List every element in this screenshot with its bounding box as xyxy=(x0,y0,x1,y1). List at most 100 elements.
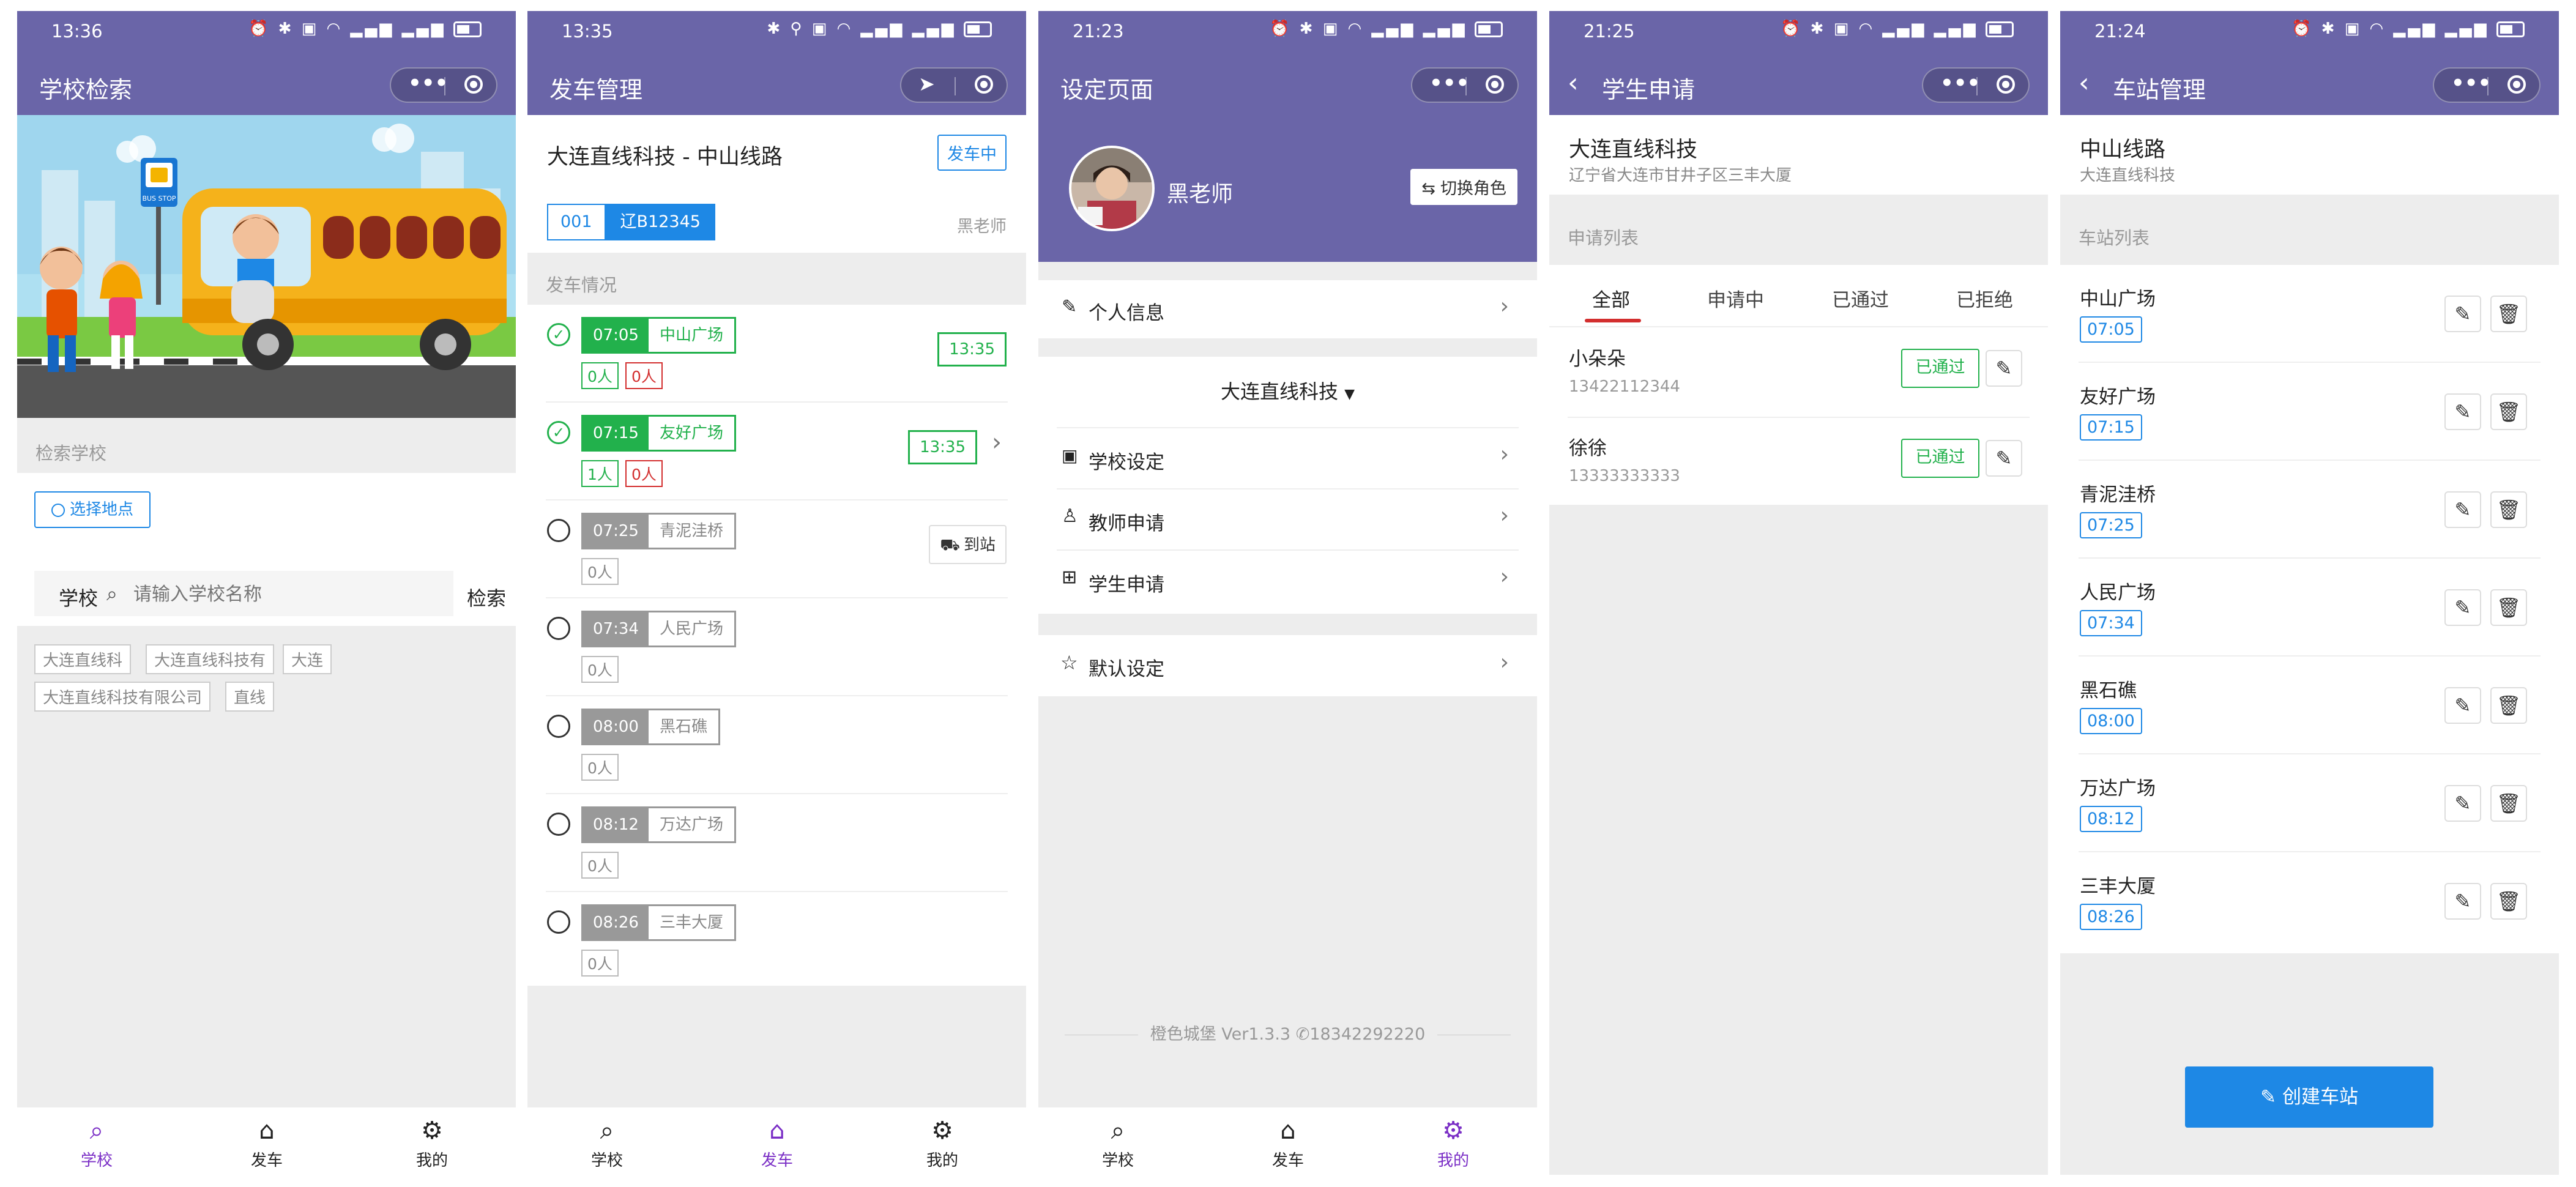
mini-program-capsule: ➤ xyxy=(900,67,1008,103)
edit-icon[interactable]: ✎ xyxy=(2444,296,2481,332)
stop-row[interactable]: ✓ 07:15 友好广场 1人 0人 13:35 › xyxy=(527,403,1026,500)
status-badge[interactable]: 已通过 xyxy=(1901,349,1979,388)
edit-icon[interactable]: ✎ xyxy=(2444,785,2481,822)
station-row[interactable]: 人民广场 07:34 ✎ 🗑 xyxy=(2060,559,2559,657)
stop-row[interactable]: 07:34 人民广场 0人 xyxy=(527,598,1026,696)
list-item[interactable]: 徐徐 13333333333 已通过 ✎ xyxy=(1549,418,2048,505)
tab-depart[interactable]: ⌂ 发车 xyxy=(206,1114,328,1170)
filter-tab-approved[interactable]: 已通过 xyxy=(1832,285,1889,312)
search-tag[interactable]: 直线 xyxy=(225,682,275,712)
list-item[interactable]: 小朵朵 13422112344 已通过 ✎ xyxy=(1549,327,2048,417)
station-row[interactable]: 三丰大厦 08:26 ✎ 🗑 xyxy=(2060,852,2559,950)
gear-icon: ⚙ xyxy=(931,1117,953,1145)
navigate-arrow-icon[interactable]: ➤ xyxy=(918,72,935,95)
tab-school[interactable]: ⌕ 学校 xyxy=(1057,1114,1179,1170)
stop-row[interactable]: ✓ 07:05 中山广场 0人 0人 13:35 xyxy=(527,305,1026,403)
footer-phone: 18342292220 xyxy=(1309,1025,1426,1044)
capsule-divider xyxy=(444,77,445,95)
menu-school-settings[interactable]: ▣ 学校设定 › xyxy=(1038,428,1537,488)
tab-label: 我的 xyxy=(926,1152,958,1170)
menu-teacher-apply[interactable]: ♙ 教师申请 › xyxy=(1038,489,1537,549)
close-target-icon[interactable] xyxy=(2507,75,2526,94)
close-target-icon[interactable] xyxy=(975,75,993,94)
trash-icon[interactable]: 🗑 xyxy=(2490,785,2527,822)
empty-circle-icon[interactable] xyxy=(547,617,570,640)
swap-icon: ⇆ xyxy=(1421,179,1435,198)
filter-tab-rejected[interactable]: 已拒绝 xyxy=(1956,285,2013,312)
edit-icon[interactable]: ✎ xyxy=(2444,883,2481,920)
edit-icon[interactable]: ✎ xyxy=(2444,393,2481,430)
search-tag[interactable]: 大连直线科技有限公司 xyxy=(34,682,211,712)
empty-circle-icon[interactable] xyxy=(547,910,570,934)
trash-icon[interactable]: 🗑 xyxy=(2490,589,2527,626)
search-tag[interactable]: 大连直线科技有 xyxy=(146,644,275,674)
menu-default-settings[interactable]: ☆ 默认设定 › xyxy=(1038,635,1537,696)
menu-personal-info[interactable]: ✎ 个人信息 › xyxy=(1038,280,1537,338)
tab-label: 发车 xyxy=(761,1152,793,1170)
search-button[interactable]: 检索 xyxy=(467,583,506,611)
back-icon[interactable]: ‹ xyxy=(1568,67,1579,99)
select-location-button[interactable]: 选择地点 xyxy=(34,491,151,528)
trash-icon[interactable]: 🗑 xyxy=(2490,687,2527,724)
edit-icon[interactable]: ✎ xyxy=(1986,440,2022,477)
arrive-button[interactable]: ⛟ 到站 xyxy=(929,525,1007,564)
trash-icon[interactable]: 🗑 xyxy=(2490,296,2527,332)
close-target-icon[interactable] xyxy=(1486,75,1504,94)
station-row[interactable]: 黑石礁 08:00 ✎ 🗑 xyxy=(2060,657,2559,754)
trash-icon[interactable]: 🗑 xyxy=(2490,883,2527,920)
applicant-name: 小朵朵 xyxy=(1569,348,1626,370)
empty-circle-icon[interactable] xyxy=(547,715,570,738)
back-icon[interactable]: ‹ xyxy=(2079,67,2090,99)
station-row[interactable]: 中山广场 07:05 ✎ 🗑 xyxy=(2060,265,2559,363)
filter-tab-all[interactable]: 全部 xyxy=(1592,285,1630,312)
tab-school[interactable]: ⌕ 学校 xyxy=(35,1114,158,1170)
switch-role-button[interactable]: ⇆ 切换角色 xyxy=(1410,169,1517,205)
stop-row[interactable]: 08:12 万达广场 0人 xyxy=(527,794,1026,892)
company-selector[interactable]: 大连直线科技 ▼ xyxy=(1038,357,1537,427)
close-target-icon[interactable] xyxy=(464,75,483,94)
stop-row[interactable]: 08:00 黑石礁 0人 xyxy=(527,696,1026,794)
stop-row[interactable]: 07:25 青泥洼桥 0人 ⛟ 到站 xyxy=(527,500,1026,598)
edit-icon[interactable]: ✎ xyxy=(2444,589,2481,626)
close-target-icon[interactable] xyxy=(1997,75,2015,94)
edit-icon[interactable]: ✎ xyxy=(1986,350,2022,387)
tab-mine[interactable]: ⚙ 我的 xyxy=(371,1114,493,1170)
tab-mine[interactable]: ⚙ 我的 xyxy=(1392,1114,1514,1170)
passenger-count: 0人 xyxy=(581,852,619,879)
menu-student-apply[interactable]: ⊞ 学生申请 › xyxy=(1038,551,1537,612)
empty-circle-icon[interactable] xyxy=(547,813,570,836)
more-icon[interactable]: ••• xyxy=(1940,71,1980,95)
stop-name: 万达广场 xyxy=(648,808,734,841)
home-icon: ⌂ xyxy=(1280,1117,1296,1145)
status-badge[interactable]: 已通过 xyxy=(1901,439,1979,478)
tab-school[interactable]: ⌕ 学校 xyxy=(546,1114,668,1170)
more-icon[interactable]: ••• xyxy=(1429,71,1469,95)
station-row[interactable]: 万达广场 08:12 ✎ 🗑 xyxy=(2060,754,2559,852)
check-circle-icon[interactable]: ✓ xyxy=(547,323,570,346)
more-icon[interactable]: ••• xyxy=(2451,71,2491,95)
trash-icon[interactable]: 🗑 xyxy=(2490,393,2527,430)
departing-status-button[interactable]: 发车中 xyxy=(937,135,1007,171)
more-icon[interactable]: ••• xyxy=(408,71,448,95)
station-row[interactable]: 友好广场 07:15 ✎ 🗑 xyxy=(2060,363,2559,461)
search-tag[interactable]: 大连直线科 xyxy=(34,644,132,674)
tab-mine[interactable]: ⚙ 我的 xyxy=(881,1114,1003,1170)
search-tag[interactable]: 大连 xyxy=(283,644,332,674)
edit-icon[interactable]: ✎ xyxy=(2444,491,2481,528)
tab-depart[interactable]: ⌂ 发车 xyxy=(716,1114,838,1170)
check-circle-icon[interactable]: ✓ xyxy=(547,421,570,444)
chevron-right-icon[interactable]: › xyxy=(992,428,1002,456)
edit-icon[interactable]: ✎ xyxy=(2444,687,2481,724)
menu-label: 学生申请 xyxy=(1089,574,1164,596)
stop-row[interactable]: 08:26 三丰大厦 0人 xyxy=(527,892,1026,990)
station-row[interactable]: 青泥洼桥 07:25 ✎ 🗑 xyxy=(2060,461,2559,559)
battery-icon xyxy=(453,21,482,37)
trash-icon[interactable]: 🗑 xyxy=(2490,491,2527,528)
tab-depart[interactable]: ⌂ 发车 xyxy=(1227,1114,1349,1170)
chevron-right-icon: › xyxy=(1500,294,1509,319)
filter-tab-pending[interactable]: 申请中 xyxy=(1707,285,1764,312)
mini-program-capsule: ••• xyxy=(2433,67,2541,103)
create-station-button[interactable]: ✎ 创建车站 xyxy=(2185,1066,2433,1128)
search-input[interactable] xyxy=(132,581,441,608)
empty-circle-icon[interactable] xyxy=(547,519,570,542)
